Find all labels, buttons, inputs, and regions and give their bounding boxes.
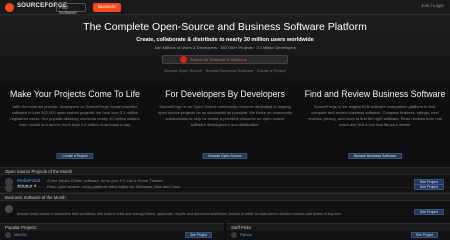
hero-title: The Complete Open-Source and Business So… — [83, 21, 367, 33]
search-icon[interactable] — [180, 56, 187, 63]
top-nav-bar: SOURCEFORGE Find Software Business Join … — [0, 0, 450, 15]
business-item: Answer helps teams to streamline their w… — [0, 201, 450, 223]
features-section: Make Your Projects Come To Life With the… — [0, 81, 450, 167]
feature-column-projects: Make Your Projects Come To Life With the… — [0, 81, 150, 167]
find-software-link[interactable]: Find Software — [56, 3, 86, 15]
see-project-button[interactable]: See Project — [185, 232, 213, 238]
feature-body: SourceForge is the largest B2B software … — [308, 104, 442, 127]
project-logo-icon — [5, 232, 11, 238]
feature-title: Make Your Projects Come To Life — [10, 89, 140, 99]
hero-section: The Complete Open-Source and Business So… — [0, 15, 450, 81]
open-source-section-header: Open Source Projects of the Month — [0, 167, 450, 175]
feature-column-business: Find and Review Business Software Source… — [300, 81, 450, 167]
project-name-link[interactable]: Shotcut — [17, 184, 32, 189]
staff-picks-header: Staff Picks — [226, 223, 450, 231]
project-name-link[interactable]: Python — [240, 233, 252, 237]
project-name-link[interactable]: MinGW — [14, 233, 27, 237]
see-project-button[interactable]: See Project — [411, 232, 439, 238]
list-item: MinGW See Project — [0, 231, 224, 240]
business-section-header: Business Software of the Month — [0, 193, 450, 201]
create-project-button[interactable]: Create a Project — [56, 153, 94, 159]
search-placeholder: Search for Software & Solutions — [190, 57, 247, 62]
feature-title: Find and Review Business Software — [304, 89, 446, 99]
project-logo-icon — [231, 232, 237, 238]
list-item: Shotcut Free, open source, cross-platfor… — [0, 183, 450, 193]
login-link[interactable]: Join / Login — [421, 3, 444, 8]
popular-projects-header: Popular Projects — [0, 223, 224, 231]
hero-subtitle: Create, collaborate & distribute to near… — [136, 37, 314, 43]
see-project-button[interactable]: See Project — [413, 209, 444, 215]
hero-stats: Join Millions of Users & Developers · 50… — [154, 45, 296, 50]
feature-body: With the tools we provide, developers on… — [10, 104, 140, 127]
list-item: Python See Project — [226, 231, 450, 240]
hero-links[interactable]: Browse Open Source · Browse Business Sof… — [0, 68, 450, 73]
project-description: Free, open source, cross-platform video … — [47, 184, 181, 189]
feature-title: For Developers By Developers — [165, 89, 285, 99]
logo-icon[interactable] — [5, 3, 14, 12]
browse-open-source-button[interactable]: Browse Open Source — [202, 153, 248, 159]
feature-column-developers: For Developers By Developers SourceForge… — [150, 81, 300, 167]
browse-business-button[interactable]: Browse Business Software — [348, 153, 402, 159]
bottom-section: Popular Projects Staff Picks MinGW See P… — [0, 223, 450, 240]
business-button[interactable]: Business — [93, 3, 122, 12]
business-logo-icon — [5, 205, 13, 213]
project-logo-icon — [5, 184, 13, 192]
see-project-button[interactable]: See Project — [413, 184, 444, 190]
business-description: Answer helps teams to streamline their w… — [17, 212, 342, 216]
feature-body: SourceForge is an Open Source community … — [158, 104, 292, 127]
